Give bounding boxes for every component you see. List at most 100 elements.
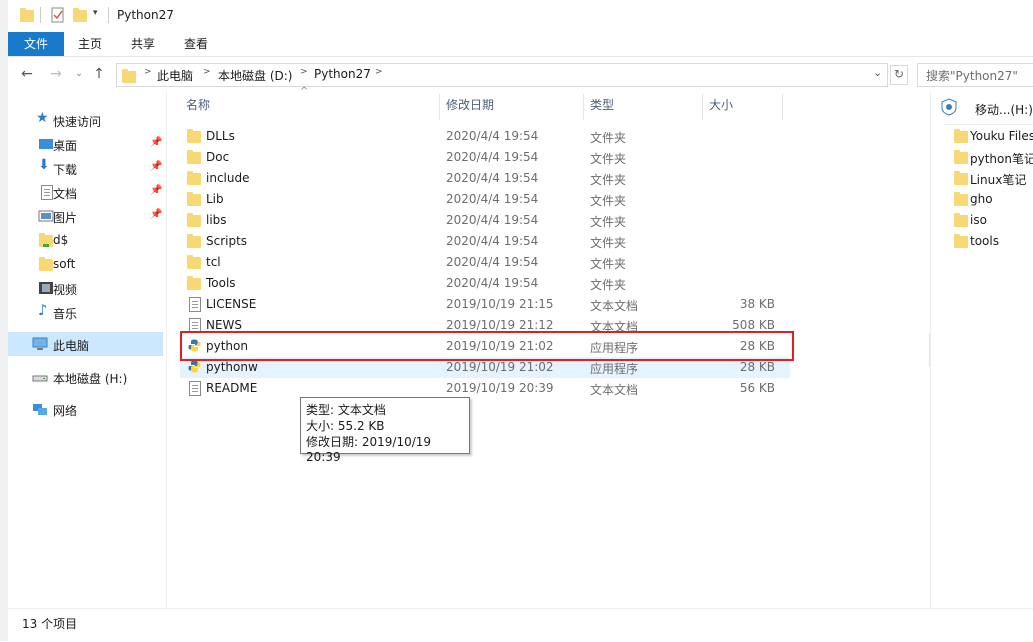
folder-icon [953, 233, 969, 249]
usb-drive-icon [940, 98, 958, 116]
file-row[interactable]: Tools 2020/4/4 19:54 文件夹 [180, 273, 790, 294]
file-row[interactable]: Scripts 2020/4/4 19:54 文件夹 [180, 231, 790, 252]
pin-icon[interactable]: 📌 [150, 209, 162, 220]
column-separator[interactable] [583, 94, 584, 120]
desktop-icon [38, 136, 54, 152]
file-row[interactable]: Doc 2020/4/4 19:54 文件夹 [180, 147, 790, 168]
folder-icon [953, 149, 969, 165]
breadcrumb-separator[interactable]: > [144, 67, 152, 77]
column-header-size[interactable]: 大小 [709, 96, 733, 118]
folder-icon [953, 212, 969, 228]
nav-soft[interactable]: soft [8, 252, 163, 276]
text-file-icon [186, 296, 202, 312]
nav-downloads[interactable]: ⬇ 下载 📌 [8, 156, 163, 180]
properties-icon[interactable] [50, 7, 66, 23]
forward-arrow-icon[interactable]: → [48, 66, 64, 82]
title-bar: ▾ Python27 [8, 0, 1033, 32]
nav-this-pc[interactable]: 此电脑 [8, 332, 163, 356]
column-header-date[interactable]: 修改日期 [446, 96, 494, 118]
right-folder-item[interactable]: iso [953, 210, 1033, 231]
refresh-icon[interactable]: ↻ [890, 65, 908, 85]
nav-music[interactable]: ♪ 音乐 [8, 300, 163, 324]
file-row[interactable]: DLLs 2020/4/4 19:54 文件夹 [180, 126, 790, 147]
address-dropdown-icon[interactable]: ⌄ [873, 66, 882, 79]
breadcrumb-separator[interactable]: > [300, 67, 308, 77]
folder-icon [186, 212, 202, 228]
tab-file[interactable]: 文件 [8, 32, 64, 56]
breadcrumb-python27[interactable]: Python27 [314, 67, 371, 81]
divider [40, 7, 41, 23]
nav-desktop[interactable]: 桌面 📌 [8, 132, 163, 156]
nav-d-share[interactable]: d$ [8, 228, 163, 252]
pin-icon[interactable]: 📌 [150, 161, 162, 172]
divider [108, 7, 109, 23]
highlight-annotation [180, 331, 794, 361]
tab-share[interactable]: 共享 [117, 32, 169, 56]
window-title: Python27 [117, 8, 174, 22]
search-placeholder: 搜索"Python27" [926, 69, 1018, 83]
address-bar[interactable]: > 此电脑 > 本地磁盘 (D:) > Python27 > ⌄ [116, 63, 888, 87]
ribbon: 文件 主页 共享 查看 [8, 32, 1033, 57]
up-arrow-icon[interactable]: ↑ [91, 66, 107, 82]
column-separator[interactable] [782, 94, 783, 120]
search-input[interactable]: 搜索"Python27" [917, 63, 1033, 87]
column-header-separator[interactable] [702, 94, 703, 120]
column-header-type[interactable]: 类型 [590, 96, 614, 118]
right-folder-item[interactable]: Youku Files [953, 126, 1033, 147]
tab-home[interactable]: 主页 [64, 32, 116, 56]
network-icon [32, 401, 48, 417]
pin-icon[interactable]: 📌 [150, 137, 162, 148]
star-icon: ★ [36, 110, 49, 126]
pane-divider[interactable] [166, 91, 167, 608]
nav-documents[interactable]: 文档 📌 [8, 180, 163, 204]
pin-icon[interactable]: 📌 [150, 185, 162, 196]
network-folder-icon [38, 232, 54, 248]
new-folder-icon[interactable] [72, 7, 88, 23]
file-row[interactable]: libs 2020/4/4 19:54 文件夹 [180, 210, 790, 231]
column-separator[interactable] [439, 94, 440, 120]
breadcrumb-this-pc[interactable]: 此电脑 [157, 67, 193, 84]
folder-icon [953, 128, 969, 144]
document-icon [38, 184, 54, 200]
tab-view[interactable]: 查看 [170, 32, 222, 56]
right-folder-item[interactable]: python笔记 [953, 147, 1033, 168]
back-arrow-icon[interactable]: ← [19, 66, 35, 82]
divider [944, 124, 1033, 125]
folder-icon [186, 170, 202, 186]
breadcrumb-separator[interactable]: > [203, 67, 211, 77]
folder-icon [19, 7, 35, 23]
video-icon [38, 280, 54, 296]
nav-network[interactable]: 网络 [8, 397, 163, 421]
right-folder-item[interactable]: gho [953, 189, 1033, 210]
folder-icon [186, 233, 202, 249]
download-icon: ⬇ [38, 157, 50, 173]
file-row[interactable]: include 2020/4/4 19:54 文件夹 [180, 168, 790, 189]
file-row[interactable]: README 2019/10/19 20:39 文本文档 56 KB [180, 378, 790, 399]
breadcrumb-drive-d[interactable]: 本地磁盘 (D:) [218, 67, 292, 84]
drive-icon [32, 369, 48, 385]
folder-icon [186, 191, 202, 207]
file-row[interactable]: Lib 2020/4/4 19:54 文件夹 [180, 189, 790, 210]
navigation-bar: ← → ⌄ ↑ > 此电脑 > 本地磁盘 (D:) > Python27 > ⌄… [8, 57, 1033, 91]
folder-icon [186, 149, 202, 165]
right-folder-item[interactable]: Linux笔记 [953, 168, 1033, 189]
tooltip-type: 类型: 文本文档 [306, 403, 386, 417]
nav-quick-access[interactable]: ★ 快速访问 [8, 108, 163, 132]
chevron-down-icon[interactable]: ▾ [93, 8, 98, 18]
music-icon: ♪ [38, 301, 48, 319]
folder-icon [121, 68, 137, 84]
file-row[interactable]: LICENSE 2019/10/19 21:15 文本文档 38 KB [180, 294, 790, 315]
right-folder-item[interactable]: tools [953, 231, 1033, 252]
file-row[interactable]: tcl 2020/4/4 19:54 文件夹 [180, 252, 790, 273]
status-bar: 13 个项目 [8, 608, 1033, 642]
folder-icon [953, 170, 969, 186]
nav-drive-h[interactable]: 本地磁盘 (H:) [8, 365, 163, 389]
nav-pictures[interactable]: 图片 📌 [8, 204, 163, 228]
text-file-icon [186, 380, 202, 396]
recent-locations-icon[interactable]: ⌄ [71, 66, 87, 82]
breadcrumb-separator[interactable]: > [375, 67, 383, 77]
nav-videos[interactable]: 视频 [8, 276, 163, 300]
column-header-name[interactable]: 名称 [186, 96, 210, 118]
file-tooltip: 类型: 文本文档 大小: 55.2 KB 修改日期: 2019/10/19 20… [300, 397, 470, 464]
right-panel-drive-label[interactable]: 移动...(H:) [975, 101, 1033, 118]
